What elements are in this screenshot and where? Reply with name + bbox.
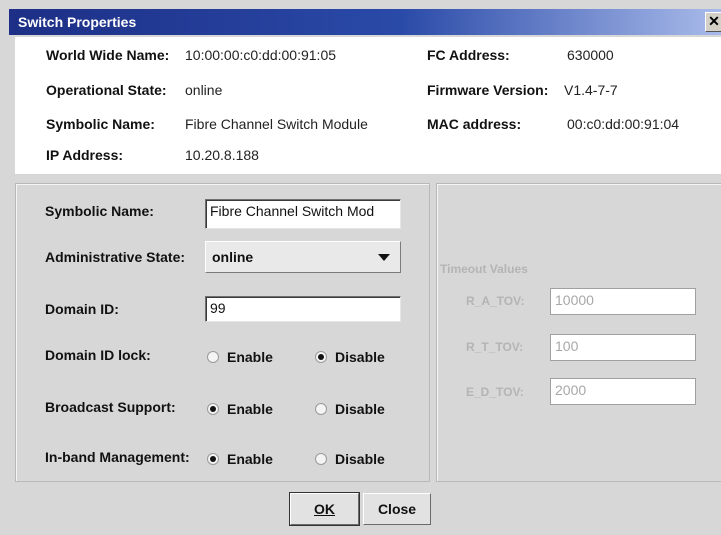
info-panel: World Wide Name: 10:00:00:c0:dd:00:91:05… xyxy=(15,37,721,174)
administrative-state-value: online xyxy=(212,249,254,265)
radio-selected-icon xyxy=(207,403,219,415)
radio-label: Enable xyxy=(227,451,273,467)
firmware-version-label: Firmware Version: xyxy=(427,82,549,98)
rt-tov-label: R_T_TOV: xyxy=(466,340,524,354)
ra-tov-input: 10000 xyxy=(550,288,696,315)
form-symbolic-name-label: Symbolic Name: xyxy=(45,203,154,219)
wwn-value: 10:00:00:c0:dd:00:91:05 xyxy=(185,47,337,63)
inband-disable-radio[interactable]: Disable xyxy=(315,449,385,469)
operational-state-label: Operational State: xyxy=(46,82,167,98)
rt-tov-input: 100 xyxy=(550,334,696,361)
broadcast-disable-radio[interactable]: Disable xyxy=(315,399,385,419)
radio-icon xyxy=(315,403,327,415)
broadcast-support-label: Broadcast Support: xyxy=(45,399,176,415)
domain-lock-enable-radio[interactable]: Enable xyxy=(207,347,273,367)
close-button-label: Close xyxy=(377,501,417,517)
symbolic-name-value: Fibre Channel Switch Module xyxy=(185,116,368,132)
radio-label: Enable xyxy=(227,349,273,365)
domain-id-label: Domain ID: xyxy=(45,301,119,317)
domain-id-input[interactable]: 99 xyxy=(205,296,401,322)
fc-address-label: FC Address: xyxy=(427,47,510,63)
radio-label: Disable xyxy=(335,401,385,417)
ed-tov-input: 2000 xyxy=(550,378,696,405)
operational-state-value: online xyxy=(185,82,223,98)
in-band-management-label: In-band Management: xyxy=(45,449,190,465)
firmware-version-value: V1.4-7-7 xyxy=(564,82,618,98)
symbolic-name-input[interactable]: Fibre Channel Switch Mod xyxy=(205,199,401,229)
chevron-down-icon[interactable] xyxy=(378,254,390,261)
mac-address-label: MAC address: xyxy=(427,116,522,132)
broadcast-enable-radio[interactable]: Enable xyxy=(207,399,273,419)
ra-tov-label: R_A_TOV: xyxy=(466,294,525,308)
administrative-state-select[interactable]: online xyxy=(205,241,401,273)
timeout-values-title: Timeout Values xyxy=(440,262,528,276)
ip-address-value: 10.20.8.188 xyxy=(185,147,259,163)
ok-button[interactable]: OK xyxy=(289,492,360,526)
title-bar[interactable]: Switch Properties ✕ xyxy=(9,9,721,35)
administrative-state-label: Administrative State: xyxy=(45,249,186,265)
symbolic-name-label: Symbolic Name: xyxy=(46,116,155,132)
fc-address-value: 630000 xyxy=(567,47,614,63)
inband-enable-radio[interactable]: Enable xyxy=(207,449,273,469)
wwn-label: World Wide Name: xyxy=(46,47,170,63)
mac-address-value: 00:c0:dd:00:91:04 xyxy=(567,116,680,132)
radio-selected-icon xyxy=(315,351,327,363)
radio-label: Disable xyxy=(335,349,385,365)
radio-label: Enable xyxy=(227,401,273,417)
window-title: Switch Properties xyxy=(18,14,137,30)
close-button[interactable]: Close xyxy=(363,493,431,525)
radio-label: Disable xyxy=(335,451,385,467)
ed-tov-label: E_D_TOV: xyxy=(466,385,524,399)
timeout-panel xyxy=(436,183,721,482)
switch-properties-dialog: Switch Properties ✕ World Wide Name: 10:… xyxy=(0,0,721,535)
radio-icon xyxy=(315,453,327,465)
ip-address-label: IP Address: xyxy=(46,147,124,163)
ok-button-label: OK xyxy=(314,501,335,517)
domain-id-lock-label: Domain ID lock: xyxy=(45,347,151,363)
close-icon[interactable]: ✕ xyxy=(705,12,721,32)
domain-lock-disable-radio[interactable]: Disable xyxy=(315,347,385,367)
radio-icon xyxy=(207,351,219,363)
radio-selected-icon xyxy=(207,453,219,465)
